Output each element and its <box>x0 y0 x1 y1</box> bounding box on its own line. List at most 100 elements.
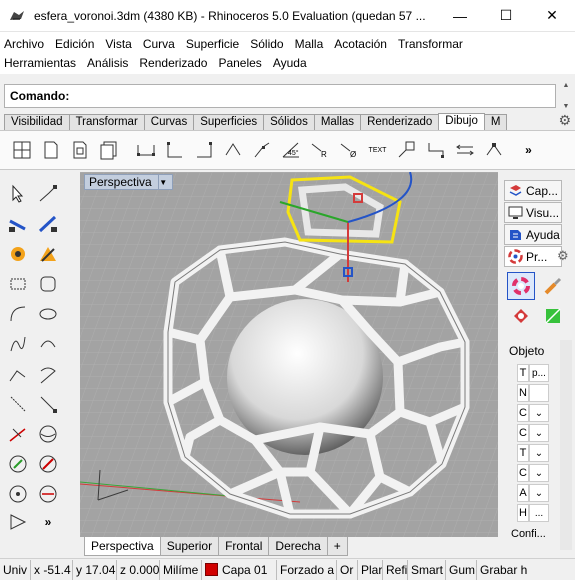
offset-button[interactable] <box>4 420 32 448</box>
prop-value[interactable]: p... <box>529 364 549 382</box>
boolean-button[interactable] <box>4 450 32 478</box>
gear-icon[interactable]: ⚙ <box>558 112 571 129</box>
chevron-down-icon[interactable]: ⌄ <box>529 404 549 422</box>
minimize-button[interactable]: — <box>437 0 483 32</box>
chevron-down-icon[interactable]: ⌄ <box>529 484 549 502</box>
radius-dim-button[interactable] <box>248 137 275 164</box>
dimension-button[interactable] <box>132 137 159 164</box>
perspective-viewport[interactable] <box>80 172 498 537</box>
chamfer-button[interactable] <box>34 390 62 418</box>
tab-more[interactable]: M <box>483 114 508 130</box>
grid-snap-toggle[interactable]: Forzado a <box>277 559 337 580</box>
panel-tab-visualizacion[interactable]: Visu... <box>504 202 562 223</box>
prop-value[interactable] <box>529 384 549 402</box>
object-props-button[interactable] <box>507 272 535 300</box>
angle-dim-button[interactable] <box>219 137 246 164</box>
planar-toggle[interactable]: Plar <box>358 559 383 580</box>
leader-button[interactable] <box>393 137 420 164</box>
details-button[interactable]: ... <box>529 504 549 522</box>
menu-renderizado[interactable]: Renderizado <box>139 56 207 70</box>
tab-dibujo[interactable]: Dibujo <box>438 113 485 130</box>
panel-tab-ayuda[interactable]: Ayuda <box>504 224 562 245</box>
aligned-dim-button[interactable] <box>161 137 188 164</box>
more-tools-button[interactable]: » <box>515 137 542 164</box>
menu-superficie[interactable]: Superficie <box>186 37 239 51</box>
record-history-toggle[interactable]: Grabar h <box>477 560 537 580</box>
close-button[interactable]: ✕ <box>529 0 575 32</box>
helix-button[interactable] <box>34 360 62 388</box>
maximize-button[interactable]: ☐ <box>483 0 529 32</box>
smarttrack-toggle[interactable]: Smart <box>408 559 446 580</box>
sphere-button[interactable] <box>34 420 62 448</box>
radial-dim-button[interactable]: R <box>306 137 333 164</box>
viewport-title[interactable]: Perspectiva ▼ <box>84 174 173 190</box>
more-left-tools-button[interactable]: » <box>34 508 62 536</box>
join-button[interactable] <box>34 240 62 268</box>
trim-button[interactable] <box>34 450 62 478</box>
layer-selector[interactable]: Capa 01 <box>202 559 277 580</box>
diameter-dim-button[interactable]: Ø <box>335 137 362 164</box>
explode-button[interactable] <box>4 240 32 268</box>
curve-button[interactable] <box>4 330 32 358</box>
vp-tab-derecha[interactable]: Derecha <box>268 537 328 556</box>
split-button[interactable] <box>4 480 32 508</box>
layout-new-button[interactable] <box>8 137 35 164</box>
vp-tab-frontal[interactable]: Frontal <box>218 537 270 556</box>
tab-transformar[interactable]: Transformar <box>68 114 145 130</box>
interp-curve-button[interactable] <box>4 360 32 388</box>
pipe-button[interactable] <box>4 508 32 536</box>
text-button[interactable]: TEXT <box>364 137 391 164</box>
freeform-button[interactable] <box>34 330 62 358</box>
line-button[interactable] <box>4 210 32 238</box>
point-button[interactable] <box>34 180 62 208</box>
cplane-toggle[interactable]: Univ <box>0 559 31 580</box>
dimension-edit-button[interactable] <box>480 137 507 164</box>
circle-button[interactable] <box>34 270 62 298</box>
rotated-dim-button[interactable] <box>190 137 217 164</box>
tab-visibilidad[interactable]: Visibilidad <box>4 114 70 130</box>
panel-tab-capas[interactable]: Cap... <box>504 180 562 201</box>
menu-malla[interactable]: Malla <box>295 37 324 51</box>
tab-curvas[interactable]: Curvas <box>143 114 195 130</box>
fillet-button[interactable] <box>4 390 32 418</box>
menu-paneles[interactable]: Paneles <box>218 56 261 70</box>
vp-tab-superior[interactable]: Superior <box>159 537 220 556</box>
chevron-down-icon[interactable]: ⌄ <box>529 444 549 462</box>
command-scroll[interactable]: ▲ ▼ <box>559 82 573 110</box>
loft-button[interactable] <box>34 480 62 508</box>
texture-button[interactable] <box>539 302 567 330</box>
tab-superficies[interactable]: Superficies <box>193 114 265 130</box>
tab-mallas[interactable]: Mallas <box>313 114 362 130</box>
hatch-button[interactable] <box>451 137 478 164</box>
menu-herramientas[interactable]: Herramientas <box>4 56 76 70</box>
add-viewport-button[interactable]: + <box>326 537 348 556</box>
arc-button[interactable] <box>4 300 32 328</box>
chevron-down-icon[interactable]: ⌄ <box>529 464 549 482</box>
annotation-dot-button[interactable] <box>422 137 449 164</box>
scroll-down-icon[interactable]: ▼ <box>563 103 570 110</box>
ellipse-button[interactable] <box>34 300 62 328</box>
tab-renderizado[interactable]: Renderizado <box>360 114 440 130</box>
select-button[interactable] <box>4 180 32 208</box>
gear-icon[interactable]: ⚙ <box>557 248 569 264</box>
rectangle-button[interactable] <box>4 270 32 298</box>
layout-copy-button[interactable] <box>95 137 122 164</box>
polyline-button[interactable] <box>34 210 62 238</box>
menu-analisis[interactable]: Análisis <box>87 56 128 70</box>
menu-curva[interactable]: Curva <box>143 37 175 51</box>
angular-dim-button[interactable]: 45° <box>277 137 304 164</box>
gumball-toggle[interactable]: Gum <box>446 559 477 580</box>
chevron-down-icon[interactable]: ▼ <box>157 175 168 189</box>
menu-archivo[interactable]: Archivo <box>4 37 44 51</box>
page-detail-button[interactable] <box>66 137 93 164</box>
menu-edicion[interactable]: Edición <box>55 37 94 51</box>
decal-button[interactable] <box>507 302 535 330</box>
menu-acotacion[interactable]: Acotación <box>334 37 387 51</box>
page-button[interactable] <box>37 137 64 164</box>
command-input[interactable]: Comando: <box>4 84 556 108</box>
menu-vista[interactable]: Vista <box>105 37 131 51</box>
panel-tab-propiedades[interactable]: Pr... <box>504 246 562 267</box>
menu-solido[interactable]: Sólido <box>250 37 283 51</box>
menu-transformar[interactable]: Transformar <box>398 37 463 51</box>
material-button[interactable] <box>539 272 567 300</box>
